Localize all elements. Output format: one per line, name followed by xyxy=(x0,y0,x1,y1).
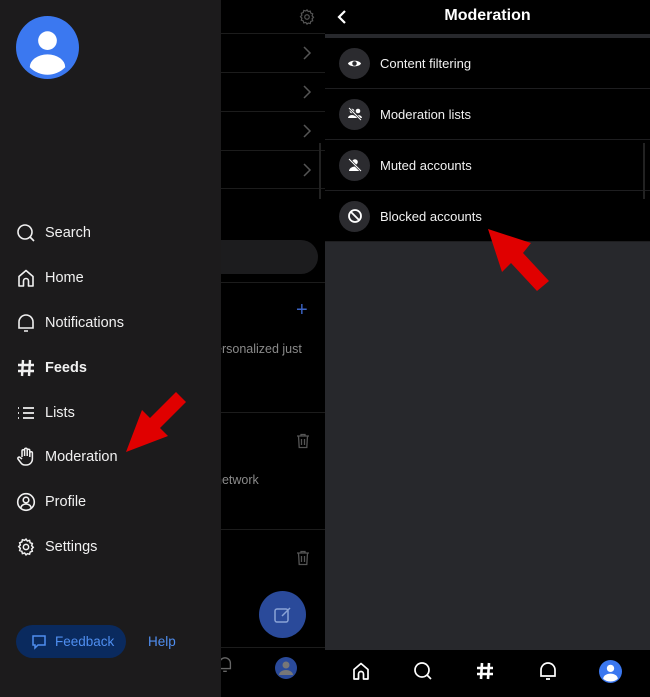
feed-description: network xyxy=(215,473,259,487)
page-title: Moderation xyxy=(444,7,531,24)
bottom-tab-bar xyxy=(325,650,650,697)
list-icon xyxy=(16,403,36,423)
users-slash-icon xyxy=(339,98,370,130)
nav-item-label: Settings xyxy=(45,539,98,555)
nav-item-label: Search xyxy=(45,225,91,241)
hash-icon xyxy=(16,358,36,378)
header: Moderation xyxy=(325,0,650,34)
tab-search[interactable] xyxy=(411,659,435,683)
tab-profile[interactable] xyxy=(598,659,622,683)
list-item-muted-accounts[interactable]: Muted accounts xyxy=(325,140,650,191)
home-icon xyxy=(16,268,36,288)
search-icon xyxy=(16,223,36,243)
trash-icon[interactable] xyxy=(296,550,310,566)
divider xyxy=(220,647,325,648)
plus-icon[interactable]: + xyxy=(296,300,308,320)
chevron-right-icon xyxy=(303,163,312,177)
nav-item-label: Lists xyxy=(45,405,75,421)
list-item-content-filtering[interactable]: Content filtering xyxy=(325,38,650,89)
eye-icon xyxy=(339,47,370,79)
scrollbar[interactable] xyxy=(643,143,645,199)
divider xyxy=(220,529,325,530)
scrollbar[interactable] xyxy=(319,143,321,199)
nav-item-label: Notifications xyxy=(45,315,124,331)
compose-icon xyxy=(273,606,291,623)
nav-item-label: Profile xyxy=(45,494,87,510)
left-screen: + ersonalized just network Search Home N… xyxy=(0,0,325,697)
divider xyxy=(220,188,325,189)
moderation-list: Content filtering Moderation lists Muted… xyxy=(325,38,650,242)
divider xyxy=(220,282,325,283)
nav-item-label: Home xyxy=(45,270,84,286)
hand-icon xyxy=(16,447,36,467)
tab-home[interactable] xyxy=(349,659,373,683)
bell-icon xyxy=(16,313,36,333)
block-icon xyxy=(339,200,370,232)
message-icon xyxy=(32,634,46,650)
list-item-label: Moderation lists xyxy=(380,106,472,122)
comparison-screenshot: + ersonalized just network Search Home N… xyxy=(0,0,650,697)
tab-feeds[interactable] xyxy=(473,659,497,683)
avatar-icon[interactable] xyxy=(275,657,297,679)
avatar[interactable] xyxy=(16,16,79,79)
right-screen: Moderation Content filtering Moderation … xyxy=(325,0,650,697)
bell-icon xyxy=(540,662,556,680)
gear-icon xyxy=(16,537,36,557)
feedback-button[interactable]: Feedback xyxy=(16,625,126,658)
hash-icon xyxy=(477,662,493,680)
list-item-moderation-lists[interactable]: Moderation lists xyxy=(325,89,650,140)
list-item-label: Content filtering xyxy=(380,55,472,71)
trash-icon[interactable] xyxy=(296,433,310,449)
avatar-icon xyxy=(598,659,622,683)
chevron-right-icon xyxy=(303,46,312,60)
home-icon xyxy=(353,662,369,680)
nav-item-label: Moderation xyxy=(45,449,118,465)
nav-item-settings[interactable]: Settings xyxy=(16,535,97,559)
feedback-label: Feedback xyxy=(55,634,115,649)
chevron-right-icon xyxy=(303,85,312,99)
help-link[interactable]: Help xyxy=(148,634,176,649)
divider xyxy=(220,412,325,413)
user-slash-icon xyxy=(339,149,370,181)
nav-item-notifications[interactable]: Notifications xyxy=(16,311,124,335)
list-item-label: Blocked accounts xyxy=(380,208,482,224)
nav-item-profile[interactable]: Profile xyxy=(16,490,86,514)
chevron-right-icon xyxy=(303,124,312,138)
nav-item-label: Feeds xyxy=(45,360,87,376)
feed-description: ersonalized just xyxy=(215,342,302,356)
user-circle-icon xyxy=(16,492,36,512)
nav-item-home[interactable]: Home xyxy=(16,266,84,290)
nav-item-search[interactable]: Search xyxy=(16,221,91,245)
tab-notifications[interactable] xyxy=(536,659,560,683)
search-icon xyxy=(414,662,432,680)
compose-button[interactable] xyxy=(259,591,306,638)
nav-item-moderation[interactable]: Moderation xyxy=(16,445,118,469)
list-item-blocked-accounts[interactable]: Blocked accounts xyxy=(325,191,650,242)
gear-icon[interactable] xyxy=(298,8,316,26)
list-item-label: Muted accounts xyxy=(380,157,472,173)
nav-item-lists[interactable]: Lists xyxy=(16,401,75,425)
nav-item-feeds[interactable]: Feeds xyxy=(16,356,87,380)
navigation-drawer: Search Home Notifications Feeds Lists Mo… xyxy=(0,0,221,697)
